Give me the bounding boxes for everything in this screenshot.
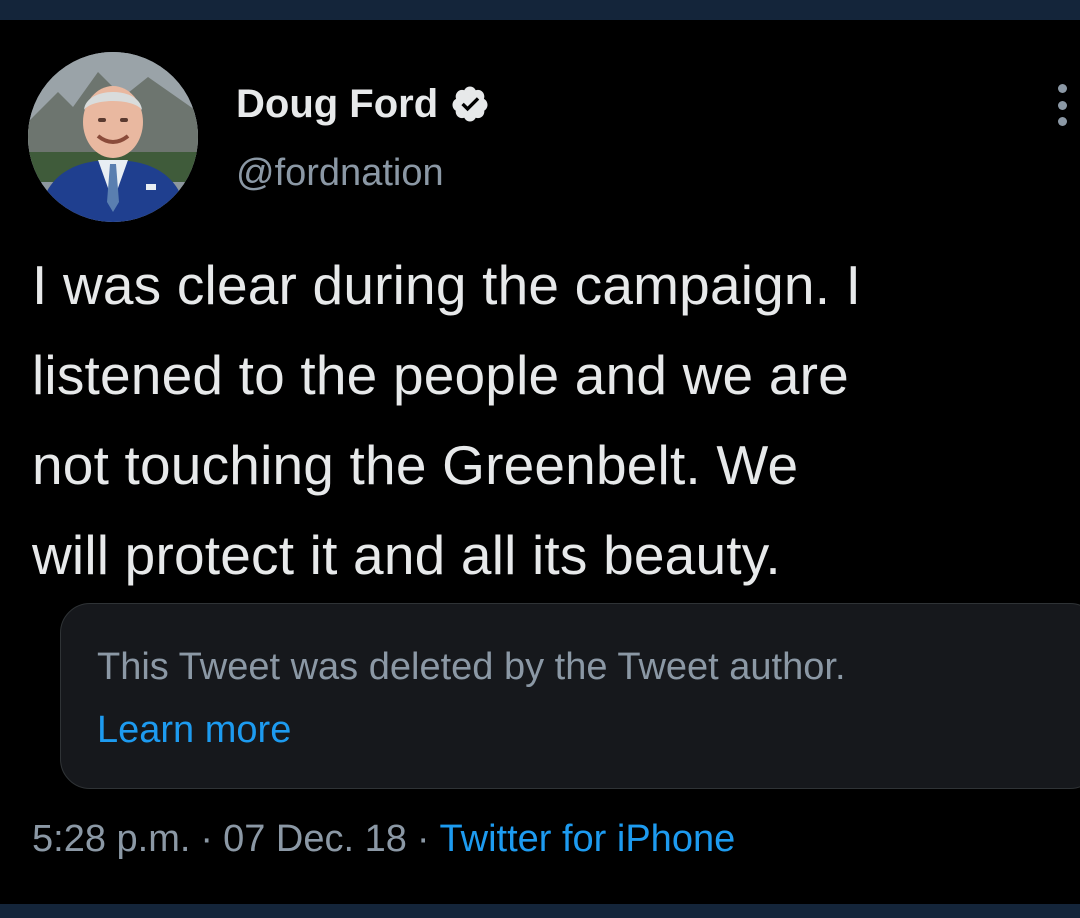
tweet-text-line: listened to the people and we are — [32, 344, 849, 406]
tweet-source-link[interactable]: Twitter for iPhone — [440, 814, 736, 864]
tweet-text-line: will protect it and all its beauty. — [32, 524, 781, 586]
more-vertical-icon[interactable] — [1050, 84, 1074, 126]
deleted-tweet-message: This Tweet was deleted by the Tweet auth… — [97, 646, 846, 688]
meta-separator: · — [416, 818, 430, 860]
tweet-text-line: I was clear during the campaign. I — [32, 254, 862, 316]
tweet-text: I was clear during the campaign. I liste… — [32, 240, 1072, 600]
author-name-row: Doug Ford — [236, 80, 490, 128]
avatar-photo — [28, 52, 198, 222]
author-display-name[interactable]: Doug Ford — [236, 80, 438, 128]
learn-more-link[interactable]: Learn more — [97, 707, 291, 753]
author-handle[interactable]: @fordnation — [236, 150, 444, 196]
tweet-text-line: not touching the Greenbelt. We — [32, 434, 799, 496]
more-dot — [1057, 84, 1067, 93]
avatar[interactable] — [28, 52, 198, 222]
tweet-meta: 5:28 p.m. · 07 Dec. 18 · Twitter for iPh… — [32, 814, 735, 864]
top-edge-bar — [0, 0, 1080, 20]
deleted-quote-card: This Tweet was deleted by the Tweet auth… — [60, 603, 1080, 789]
more-dot — [1057, 117, 1067, 126]
more-dot — [1057, 100, 1067, 110]
tweet-time[interactable]: 5:28 p.m. — [32, 814, 190, 864]
meta-separator: · — [200, 818, 214, 860]
bottom-edge-bar — [0, 904, 1080, 918]
tweet-date[interactable]: 07 Dec. 18 — [223, 814, 407, 864]
verified-badge-icon — [452, 86, 488, 122]
